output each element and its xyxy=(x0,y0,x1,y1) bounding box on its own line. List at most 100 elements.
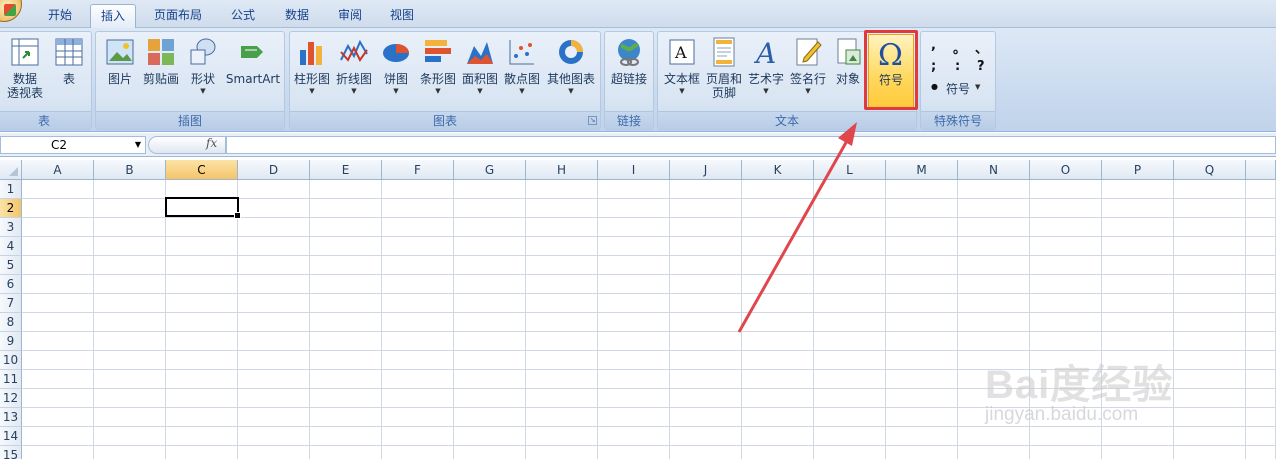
grid-cell[interactable] xyxy=(958,313,1030,332)
grid-cell[interactable] xyxy=(22,237,94,256)
grid-cell[interactable] xyxy=(1174,427,1246,446)
grid-cell[interactable] xyxy=(310,237,382,256)
column-header[interactable]: L xyxy=(814,160,886,180)
area-chart-button[interactable]: 面积图 ▼ xyxy=(460,34,500,110)
clipart-button[interactable]: 剪贴画 xyxy=(140,34,182,110)
grid-cell[interactable] xyxy=(814,199,886,218)
grid-cell[interactable] xyxy=(1102,294,1174,313)
grid-cell[interactable] xyxy=(742,446,814,459)
grid-cell[interactable] xyxy=(742,389,814,408)
row-header[interactable]: 10 xyxy=(0,351,22,370)
grid-cell[interactable] xyxy=(22,389,94,408)
grid-cell[interactable] xyxy=(382,237,454,256)
grid-cell[interactable] xyxy=(670,256,742,275)
grid-cell[interactable] xyxy=(22,199,94,218)
grid-cell[interactable] xyxy=(1246,275,1276,294)
grid-cell[interactable] xyxy=(166,351,238,370)
grid-cell[interactable] xyxy=(94,408,166,427)
grid-cell[interactable] xyxy=(1246,199,1276,218)
object-button[interactable]: 对象 xyxy=(830,34,866,110)
grid-cell[interactable] xyxy=(598,351,670,370)
grid-cell[interactable] xyxy=(1246,313,1276,332)
grid-cell[interactable] xyxy=(598,389,670,408)
grid-cell[interactable] xyxy=(382,370,454,389)
grid-cell[interactable] xyxy=(94,351,166,370)
symbol-period[interactable]: 。 xyxy=(953,38,966,57)
row-header[interactable]: 4 xyxy=(0,237,22,256)
grid-cell[interactable] xyxy=(886,389,958,408)
grid-cell[interactable] xyxy=(742,180,814,199)
grid-cell[interactable] xyxy=(886,275,958,294)
column-header[interactable]: O xyxy=(1030,160,1102,180)
column-header[interactable]: H xyxy=(526,160,598,180)
grid-cell[interactable] xyxy=(958,237,1030,256)
pie-chart-button[interactable]: 饼图 ▼ xyxy=(376,34,416,110)
grid-cell[interactable] xyxy=(166,294,238,313)
grid-cell[interactable] xyxy=(22,332,94,351)
grid-cell[interactable] xyxy=(814,427,886,446)
grid-cell[interactable] xyxy=(526,389,598,408)
grid-cell[interactable] xyxy=(814,446,886,459)
grid-cell[interactable] xyxy=(886,313,958,332)
grid-cell[interactable] xyxy=(94,446,166,459)
grid-cell[interactable] xyxy=(1174,389,1246,408)
grid-cell[interactable] xyxy=(94,180,166,199)
grid-cell[interactable] xyxy=(526,408,598,427)
grid-cell[interactable] xyxy=(238,427,310,446)
grid-cell[interactable] xyxy=(598,408,670,427)
grid-cell[interactable] xyxy=(310,180,382,199)
grid-cell[interactable] xyxy=(1246,370,1276,389)
grid-cell[interactable] xyxy=(742,294,814,313)
grid-cell[interactable] xyxy=(166,389,238,408)
grid-cell[interactable] xyxy=(1174,256,1246,275)
grid-cell[interactable] xyxy=(1246,427,1276,446)
symbol-small-dropdown-icon[interactable]: ▼ xyxy=(975,83,980,91)
grid-cell[interactable] xyxy=(1174,275,1246,294)
grid-cell[interactable] xyxy=(1030,275,1102,294)
column-header[interactable] xyxy=(1246,160,1276,180)
grid-cell[interactable] xyxy=(598,313,670,332)
grid-cell[interactable] xyxy=(958,427,1030,446)
grid-cell[interactable] xyxy=(958,294,1030,313)
grid-cell[interactable] xyxy=(1246,256,1276,275)
grid-cell[interactable] xyxy=(94,427,166,446)
grid-cell[interactable] xyxy=(670,199,742,218)
grid-cell[interactable] xyxy=(814,313,886,332)
grid-cell[interactable] xyxy=(310,199,382,218)
textbox-button[interactable]: A 文本框 ▼ xyxy=(660,34,704,110)
row-header[interactable]: 6 xyxy=(0,275,22,294)
row-header[interactable]: 2 xyxy=(0,199,22,218)
shapes-button[interactable]: 形状 ▼ xyxy=(184,34,222,110)
grid-cell[interactable] xyxy=(598,332,670,351)
grid-cell[interactable] xyxy=(1102,199,1174,218)
grid-cell[interactable] xyxy=(886,427,958,446)
grid-cell[interactable] xyxy=(382,218,454,237)
table-button[interactable]: 表 xyxy=(49,34,89,110)
grid-cell[interactable] xyxy=(742,408,814,427)
grid-cell[interactable] xyxy=(814,408,886,427)
column-header[interactable]: F xyxy=(382,160,454,180)
grid-cell[interactable] xyxy=(814,294,886,313)
grid-cell[interactable] xyxy=(382,256,454,275)
grid-cell[interactable] xyxy=(598,370,670,389)
grid-cell[interactable] xyxy=(166,408,238,427)
grid-cell[interactable] xyxy=(94,389,166,408)
grid-cell[interactable] xyxy=(310,275,382,294)
grid-cell[interactable] xyxy=(886,199,958,218)
grid-cell[interactable] xyxy=(886,446,958,459)
grid-cell[interactable] xyxy=(94,256,166,275)
grid-cell[interactable] xyxy=(454,313,526,332)
grid-cell[interactable] xyxy=(742,427,814,446)
grid-cell[interactable] xyxy=(238,275,310,294)
grid-cell[interactable] xyxy=(166,313,238,332)
grid-cell[interactable] xyxy=(22,313,94,332)
grid-cell[interactable] xyxy=(22,446,94,459)
grid-cell[interactable] xyxy=(670,446,742,459)
grid-cell[interactable] xyxy=(1174,351,1246,370)
wordart-button[interactable]: A 艺术字 ▼ xyxy=(746,34,786,110)
grid-cell[interactable] xyxy=(1030,332,1102,351)
grid-cell[interactable] xyxy=(1174,294,1246,313)
grid-cell[interactable] xyxy=(1030,237,1102,256)
grid-cell[interactable] xyxy=(238,199,310,218)
grid-cell[interactable] xyxy=(526,237,598,256)
